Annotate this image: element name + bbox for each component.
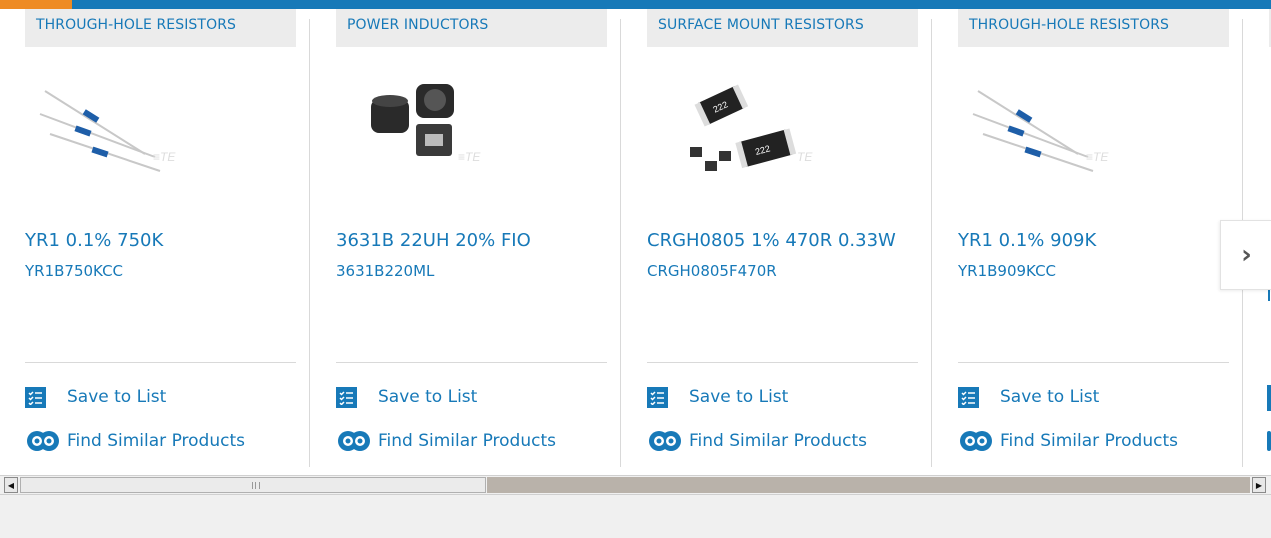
part-number-link[interactable]: YR1B909KCC (958, 262, 1056, 280)
through-hole-resistor-image[interactable]: ≡TE (968, 79, 1128, 189)
find-similar-icon (958, 430, 994, 452)
checklist-icon (336, 386, 357, 408)
scrollbar-track[interactable] (487, 477, 1250, 493)
svg-text:≡TE: ≡TE (153, 150, 176, 164)
carousel-next-button[interactable]: › (1220, 220, 1271, 290)
find-similar-icon (647, 430, 683, 452)
save-to-list-label: Save to List (1000, 387, 1100, 407)
surface-mount-resistor-image[interactable]: 222 222 TE (657, 79, 817, 189)
product-title-link[interactable]: CRGH0805 1% 470R 0.33W (647, 230, 896, 251)
divider (647, 362, 918, 363)
category-tag[interactable]: POWER INDUCTORS (336, 9, 607, 47)
part-number-link[interactable]: CRGH0805F470R (647, 262, 777, 280)
divider (958, 362, 1229, 363)
footer-area (0, 495, 1271, 538)
save-to-list-button[interactable]: Save to List (958, 385, 1099, 409)
scroll-right-arrow[interactable]: ▶ (1252, 477, 1266, 493)
card-divider (309, 19, 310, 467)
save-to-list-label: Save to List (67, 387, 167, 407)
category-tag[interactable]: SURFACE MOUNT RESISTORS (647, 9, 918, 47)
find-similar-button[interactable]: Find Similar Products (958, 429, 1178, 453)
scrollbar-thumb[interactable] (20, 477, 486, 493)
checklist-icon (647, 386, 668, 408)
find-similar-button[interactable]: Find Similar Products (25, 429, 245, 453)
top-accent-orange (0, 0, 72, 9)
checklist-icon (1267, 385, 1271, 411)
product-card: THROUGH-HOLE RESISTORS ≡TE YR1 0.1% 750K… (0, 9, 310, 475)
find-similar-label: Find Similar Products (67, 431, 245, 451)
part-number-link[interactable]: 3631B220ML (336, 262, 434, 280)
save-to-list-label: Save to List (689, 387, 789, 407)
part-number-link[interactable]: YR1B750KCC (25, 262, 123, 280)
product-title-link[interactable]: YR1 0.1% 750K (25, 230, 163, 251)
scroll-left-arrow[interactable]: ◀ (4, 477, 18, 493)
product-card: POWER INDUCTORS ≡TE 3631B 22UH 20% FIO 3… (311, 9, 621, 475)
checklist-icon (25, 386, 46, 408)
checklist-icon (958, 386, 979, 408)
save-to-list-label: Save to List (378, 387, 478, 407)
category-label: THROUGH-HOLE RESISTORS (36, 17, 237, 33)
product-carousel: THROUGH-HOLE RESISTORS ≡TE YR1 0.1% 750K… (0, 9, 1271, 475)
category-label: THROUGH-HOLE RESISTORS (969, 17, 1170, 33)
save-to-list-button[interactable]: Save to List (25, 385, 166, 409)
product-title-link[interactable]: 3631B 22UH 20% FIO (336, 230, 531, 251)
card-divider (931, 19, 932, 467)
svg-text:≡TE: ≡TE (458, 150, 481, 164)
product-card: SURFACE MOUNT RESISTORS 222 222 TE CRGH0… (622, 9, 932, 475)
category-tag[interactable]: THROUGH-HOLE RESISTORS (25, 9, 296, 47)
find-similar-icon (336, 430, 372, 452)
category-label: POWER INDUCTORS (347, 17, 489, 33)
horizontal-scrollbar[interactable]: ◀ ▶ (0, 475, 1271, 495)
divider (25, 362, 296, 363)
find-similar-icon (25, 430, 61, 452)
save-to-list-button[interactable]: Save to List (336, 385, 477, 409)
find-similar-label: Find Similar Products (378, 431, 556, 451)
power-inductor-image[interactable]: ≡TE (346, 79, 506, 189)
find-similar-button[interactable]: Find Similar Products (336, 429, 556, 453)
find-similar-label: Find Similar Products (1000, 431, 1178, 451)
category-tag[interactable]: THROUGH-HOLE RESISTORS (958, 9, 1229, 47)
product-title-link[interactable]: YR1 0.1% 909K (958, 230, 1096, 251)
chevron-right-icon: › (1241, 240, 1252, 270)
category-label: SURFACE MOUNT RESISTORS (658, 17, 864, 33)
grip-icon (252, 482, 260, 489)
divider (336, 362, 607, 363)
svg-text:≡TE: ≡TE (1086, 150, 1109, 164)
find-similar-icon (1267, 431, 1271, 451)
product-card: THROUGH-HOLE RESISTORS ≡TE YR1 0.1% 909K… (933, 9, 1243, 475)
top-accent-bar (0, 0, 1271, 9)
find-similar-label: Find Similar Products (689, 431, 867, 451)
card-divider (620, 19, 621, 467)
find-similar-button[interactable]: Find Similar Products (647, 429, 867, 453)
through-hole-resistor-image[interactable]: ≡TE (35, 79, 195, 189)
svg-text:TE: TE (797, 150, 813, 164)
save-to-list-button[interactable]: Save to List (647, 385, 788, 409)
